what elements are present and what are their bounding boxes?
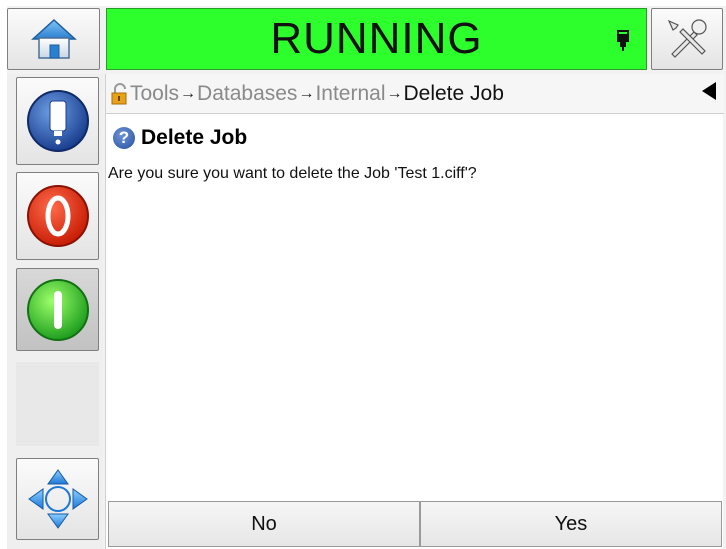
printhead-icon: [617, 30, 629, 51]
breadcrumb-separator: →: [298, 84, 315, 102]
dialog-message: Are you sure you want to delete the Job …: [108, 165, 477, 182]
stop-button[interactable]: [16, 172, 99, 260]
breadcrumb-separator: →: [386, 84, 403, 102]
lock-icon: [111, 82, 127, 104]
start-icon: [26, 278, 89, 341]
main-content: Tools → Databases → Internal → Delete Jo…: [105, 74, 724, 549]
breadcrumb-item-databases[interactable]: Databases: [197, 82, 297, 106]
printer-status-text: RUNNING: [270, 14, 483, 63]
ink-system-button[interactable]: [16, 77, 99, 165]
breadcrumb-item-internal[interactable]: Internal: [315, 82, 385, 106]
dialog-title: ? Delete Job: [113, 126, 247, 150]
ink-system-icon: [26, 90, 89, 152]
start-button[interactable]: [16, 268, 99, 351]
navigation-arrows-icon: [27, 469, 88, 529]
no-button[interactable]: No: [108, 501, 420, 547]
back-arrow-icon[interactable]: [702, 82, 716, 100]
dialog-title-text: Delete Job: [141, 126, 248, 149]
tools-button[interactable]: [651, 8, 723, 70]
stop-icon: [26, 185, 89, 247]
home-button[interactable]: [7, 8, 100, 70]
breadcrumb: Tools → Databases → Internal → Delete Jo…: [106, 74, 724, 114]
sidebar-empty-slot: [16, 362, 99, 446]
navigation-button[interactable]: [16, 458, 99, 540]
help-icon[interactable]: ?: [113, 127, 135, 149]
home-icon: [30, 18, 77, 59]
breadcrumb-item-tools[interactable]: Tools: [130, 82, 179, 106]
printer-status-bar[interactable]: RUNNING: [106, 8, 647, 70]
tools-icon: [667, 19, 707, 58]
yes-button[interactable]: Yes: [420, 501, 722, 547]
breadcrumb-current: Delete Job: [403, 81, 504, 105]
breadcrumb-separator: →: [180, 84, 197, 102]
